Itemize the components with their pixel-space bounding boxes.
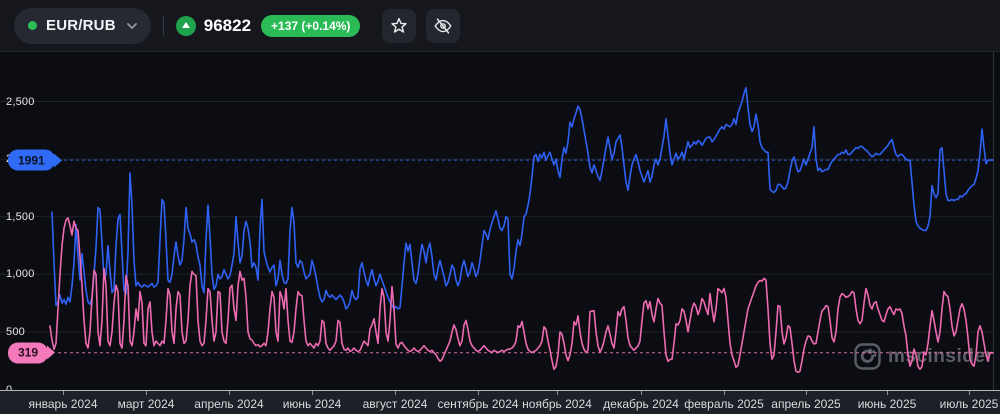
- price-tag-value: 1991: [18, 153, 45, 168]
- time-tick: [478, 391, 479, 395]
- eye-off-icon: [434, 17, 453, 34]
- pink-price-tag: 319: [8, 342, 49, 364]
- x-axis-label: сентябрь 2024: [437, 397, 519, 411]
- trend-up-icon: [175, 15, 196, 36]
- time-tick: [395, 391, 396, 395]
- y-axis-label: 2,500: [6, 95, 35, 108]
- x-axis-label: август 2024: [362, 397, 428, 411]
- x-axis-label: июль 2025: [939, 397, 999, 411]
- y-axis-label: 1,000: [6, 268, 35, 281]
- toolbar-divider: [162, 15, 164, 36]
- x-axis-label: ноябрь 2024: [522, 397, 592, 411]
- favorite-button[interactable]: [382, 8, 417, 43]
- chart-canvas[interactable]: [0, 52, 1000, 414]
- symbol-status-dot-icon: [28, 21, 37, 30]
- blue-series-line: [51, 86, 994, 310]
- y-axis-label: 500: [6, 325, 25, 338]
- blue-price-tag: 1991: [8, 149, 55, 171]
- time-tick: [146, 391, 147, 395]
- toolbar: EUR/RUB 96822 +137 (+0.14%): [0, 0, 1000, 52]
- x-axis-label: январь 2024: [28, 397, 98, 411]
- time-tick: [557, 391, 558, 395]
- price-tag-value: 319: [18, 345, 39, 360]
- time-tick: [641, 391, 642, 395]
- time-tick: [887, 391, 888, 395]
- time-tick: [724, 391, 725, 395]
- symbol-label: EUR/RUB: [46, 17, 116, 34]
- time-axis[interactable]: январь 2024 март 2024 апрель 2024 июнь 2024…: [0, 390, 1000, 414]
- y-axis-label: 1,500: [6, 210, 35, 223]
- x-axis-label: февраль 2025: [684, 397, 764, 411]
- symbol-selector[interactable]: EUR/RUB: [14, 7, 151, 44]
- hide-button[interactable]: [426, 8, 461, 43]
- trading-widget: EUR/RUB 96822 +137 (+0.14%) mscinsider 2…: [0, 0, 1000, 414]
- time-tick: [969, 391, 970, 395]
- x-axis-label: июнь 2024: [282, 397, 342, 411]
- time-tick: [806, 391, 807, 395]
- time-tick: [63, 391, 64, 395]
- x-axis-label: март 2024: [117, 397, 175, 411]
- x-axis-label: апрель 2025: [771, 397, 841, 411]
- x-axis-label: декабрь 2024: [603, 397, 679, 411]
- x-axis-label: июнь 2025: [857, 397, 917, 411]
- price-value: 96822: [203, 15, 252, 35]
- star-icon: [391, 17, 408, 33]
- x-axis-label: апрель 2024: [194, 397, 264, 411]
- chart-pane[interactable]: mscinsider 2,5002,0001,5001,0005000 1991…: [0, 52, 1000, 414]
- change-badge: +137 (+0.14%): [261, 14, 361, 37]
- chevron-down-icon: [126, 22, 137, 29]
- time-tick: [229, 391, 230, 395]
- time-tick: [312, 391, 313, 395]
